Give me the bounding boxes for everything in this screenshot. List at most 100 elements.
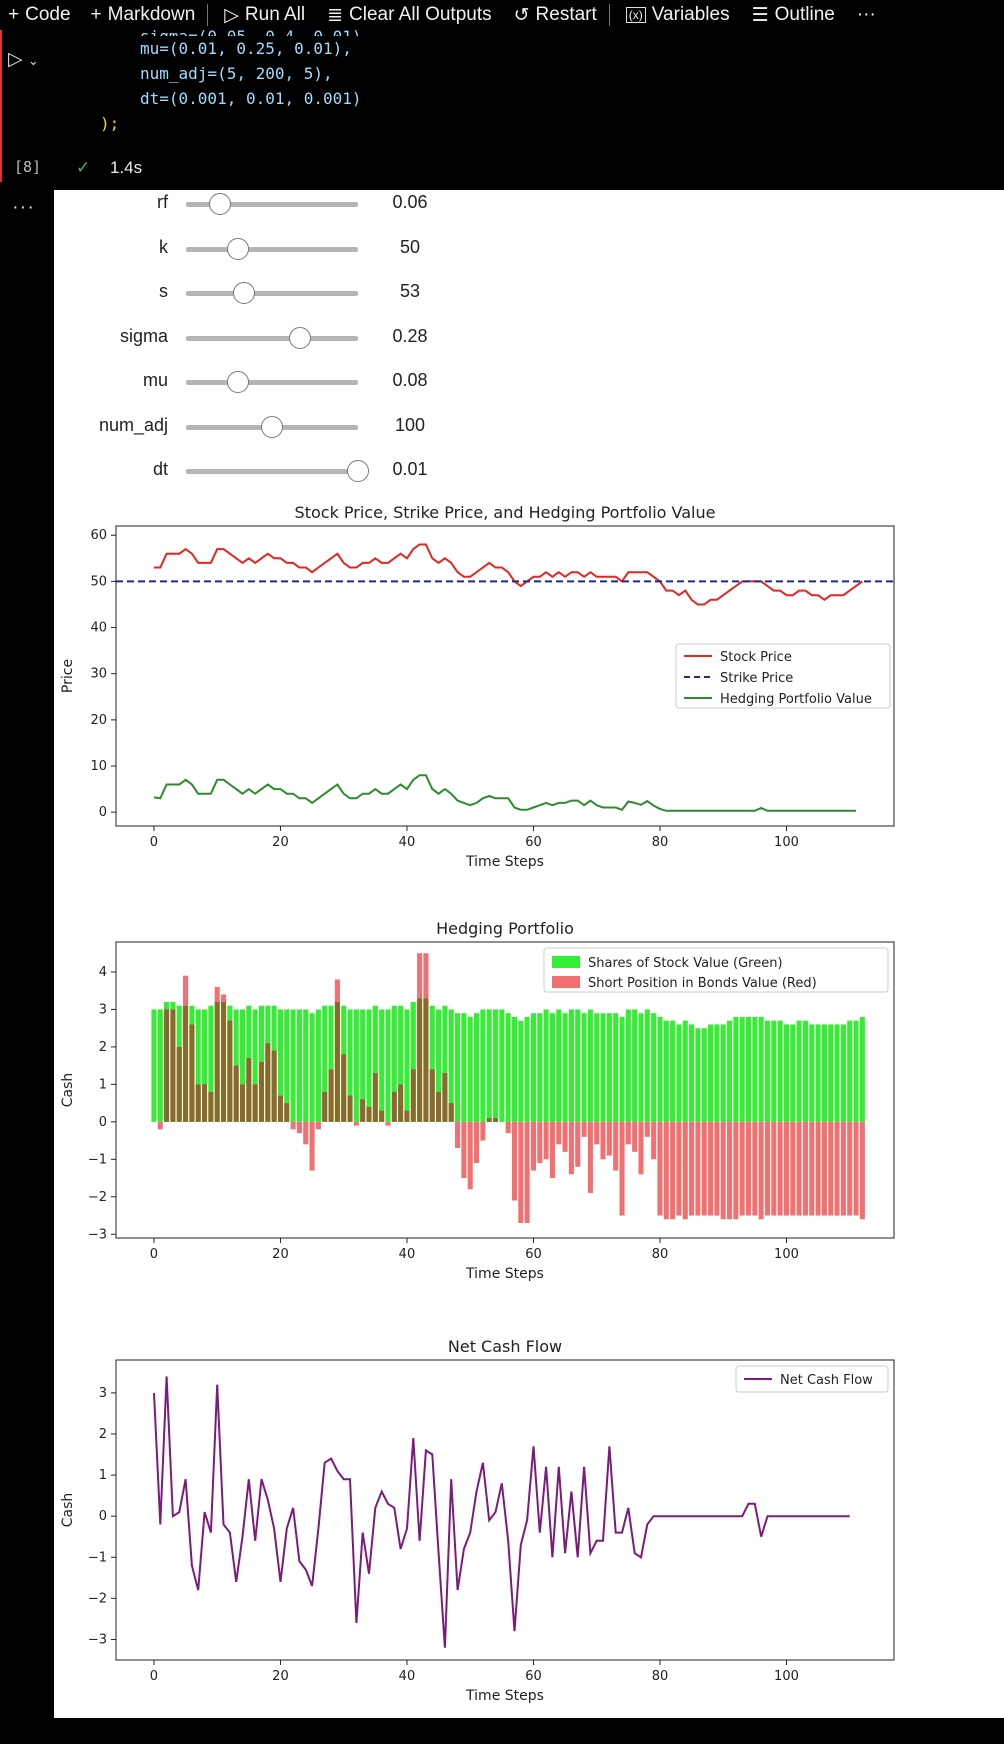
execution-count: [8] <box>14 158 42 176</box>
slider-track[interactable] <box>186 193 358 215</box>
bar-overlap <box>366 1106 372 1122</box>
success-check-icon: ✓ <box>76 158 91 177</box>
slider-thumb[interactable] <box>226 237 249 260</box>
slider-thumb[interactable] <box>261 415 283 438</box>
slider-num_adj: num_adj 100 <box>0 413 425 441</box>
bar-shares <box>455 1013 461 1122</box>
bar-bonds <box>505 1121 511 1134</box>
bar-overlap <box>195 1084 201 1122</box>
x-tick-label: 80 <box>652 1247 669 1262</box>
more-actions-button[interactable]: ··· <box>857 4 876 26</box>
bar-shares <box>783 1024 790 1122</box>
bar-shares <box>809 1024 815 1122</box>
bar-overlap <box>176 1046 182 1122</box>
bar-bonds <box>524 1121 530 1224</box>
outline-icon: ☰ <box>751 4 769 26</box>
bar-shares <box>613 1013 619 1122</box>
slider-track[interactable] <box>186 237 358 260</box>
bar-bonds <box>290 1121 296 1130</box>
run-icon: ▷ <box>8 49 23 70</box>
add-code-button[interactable]: + Code <box>8 4 71 26</box>
bar-shares <box>733 1016 739 1122</box>
slider-thumb[interactable] <box>288 326 311 349</box>
chart-legend: Stock Price Strike Price Hedging Portfolio… <box>675 643 891 709</box>
x-axis-label: Time Steps <box>465 854 544 870</box>
slider-track[interactable] <box>186 282 358 304</box>
bar-bonds <box>720 1121 726 1220</box>
bar-bonds <box>423 953 429 999</box>
bar-bonds <box>644 1121 650 1137</box>
bar-bonds <box>739 1121 745 1216</box>
bar-bonds <box>619 1121 625 1216</box>
slider-track[interactable] <box>186 415 358 438</box>
bar-shares <box>790 1024 796 1122</box>
slider-mu: mu 0.08 <box>0 368 428 396</box>
slider-label: s <box>159 281 168 301</box>
slider-track[interactable] <box>186 371 358 393</box>
chart-hedging-portfolio: Hedging Portfolio 0 20 40 60 80 100 −3 −2 −1 0 1 2 3 4… <box>54 912 914 1292</box>
bar-bonds <box>796 1121 802 1216</box>
bar-overlap <box>214 1001 220 1122</box>
bar-shares <box>764 1020 771 1122</box>
bar-bonds <box>777 1121 783 1216</box>
y-tick-label: 50 <box>90 574 107 589</box>
chart-legend: Shares of Stock Value (Green) Short Posit… <box>543 947 889 993</box>
bar-bonds <box>455 1121 461 1149</box>
bar-bonds <box>594 1121 600 1145</box>
slider-thumb[interactable] <box>233 282 256 304</box>
slider-thumb[interactable] <box>209 193 232 215</box>
bar-shares <box>758 1016 764 1122</box>
bar-bonds <box>600 1121 606 1160</box>
bar-shares <box>581 1013 587 1122</box>
code-editor[interactable]: sigma=(0.05, 0.4, 0.01), mu=(0.01, 0.25, … <box>100 27 371 136</box>
y-tick-label: 3 <box>99 1002 107 1017</box>
bar-bonds <box>417 953 423 999</box>
add-markdown-button[interactable]: + Markdown <box>91 4 196 26</box>
bar-overlap <box>322 1091 328 1122</box>
chart-stock-price: Stock Price, Strike Price, and Hedging P… <box>54 496 914 876</box>
run-cell-button[interactable]: ▷ ⌄ <box>8 48 39 71</box>
bar-shares <box>701 1028 707 1122</box>
more-icon: ··· <box>856 4 876 25</box>
slider-value: 50 <box>399 236 421 257</box>
bar-bonds <box>214 986 220 1002</box>
code-line-closing: ); <box>100 114 120 133</box>
bar-shares <box>303 1009 309 1122</box>
bar-bonds <box>511 1121 518 1201</box>
bar-bonds <box>752 1121 758 1216</box>
restart-button[interactable]: ↺ Restart <box>514 4 597 27</box>
bar-bonds <box>315 1121 321 1130</box>
bar-shares <box>695 1028 701 1122</box>
bar-overlap <box>442 1073 448 1122</box>
bar-overlap <box>328 1069 334 1122</box>
y-tick-label: −2 <box>88 1591 107 1606</box>
bar-overlap <box>448 1103 454 1122</box>
legend-label: Shares of Stock Value (Green) <box>588 956 783 971</box>
x-tick-label: 0 <box>150 835 158 850</box>
slider-thumb[interactable] <box>347 460 369 482</box>
bar-bonds <box>353 1121 359 1126</box>
bar-shares <box>587 1009 593 1122</box>
slider-track[interactable] <box>186 326 358 349</box>
x-tick-label: 60 <box>525 835 542 850</box>
outline-button[interactable]: ☰ Outline <box>752 4 835 27</box>
bar-overlap <box>164 1009 170 1122</box>
variables-button[interactable]: (x) Variables <box>625 4 730 26</box>
code-cell[interactable]: ▷ ⌄ sigma=(0.05, 0.4, 0.01), mu=(0.01, 0.… <box>0 27 1004 182</box>
slider-value: 0.08 <box>392 370 428 390</box>
bar-bonds <box>480 1121 486 1141</box>
plus-icon: + <box>90 4 102 25</box>
bar-overlap <box>239 1084 246 1122</box>
bar-overlap <box>284 1103 290 1122</box>
slider-track[interactable] <box>186 460 369 482</box>
bar-bonds <box>303 1121 309 1145</box>
bar-shares <box>480 1009 486 1122</box>
y-tick-label: 0 <box>99 805 107 820</box>
bar-shares <box>796 1020 802 1122</box>
slider-thumb[interactable] <box>226 371 249 393</box>
bar-overlap <box>391 1091 397 1122</box>
bar-overlap <box>265 1043 271 1122</box>
restart-icon: ↺ <box>513 4 530 26</box>
bar-overlap <box>372 1073 378 1122</box>
bar-overlap <box>404 1110 410 1122</box>
